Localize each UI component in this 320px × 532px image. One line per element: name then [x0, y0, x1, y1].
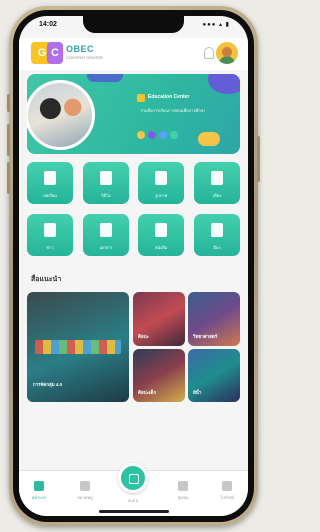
- card-image: [35, 340, 121, 354]
- bottom-nav: หน้าแรก หมวดหมู่ สแกน ชุมชน โปรไฟล์: [19, 463, 248, 516]
- tile-label: หนังสือ: [154, 245, 168, 250]
- signal-battery-icon: ●●● ▴ ▮: [202, 22, 230, 28]
- tile-label: เสียง: [212, 193, 222, 198]
- app-header: G C OBEC CONTENT CENTER: [19, 38, 248, 70]
- nav-profile[interactable]: โปรไฟล์: [213, 481, 241, 501]
- tile-documents[interactable]: เอกสาร: [83, 214, 129, 256]
- banner-logo-icon: [137, 94, 145, 102]
- banner-dots: [137, 126, 181, 144]
- tile-images[interactable]: รูปภาพ: [138, 162, 184, 204]
- brand-name: OBEC: [66, 44, 95, 54]
- app-logo-secondary: C: [47, 42, 63, 64]
- tile-label: วิดีโอ: [101, 193, 111, 198]
- mute-switch: [7, 94, 10, 112]
- banner-decoration: [198, 132, 220, 146]
- tile-more[interactable]: อื่นๆ: [194, 214, 240, 256]
- card-item[interactable]: ศิลปะ: [133, 292, 185, 346]
- promo-banner[interactable]: Education Center รวมสื่อการเรียนการสอนเพ…: [27, 74, 240, 154]
- banner-dot[interactable]: [159, 131, 167, 139]
- brand-subtitle: CONTENT CENTER: [66, 55, 103, 60]
- card-item[interactable]: การจัดกลุ่ม 4.0: [27, 292, 129, 402]
- banner-photo: [27, 80, 95, 150]
- nav-label: หน้าแรก: [31, 495, 47, 500]
- tile-audio[interactable]: เสียง: [194, 162, 240, 204]
- video-icon: [100, 171, 112, 185]
- scan-icon[interactable]: [118, 463, 148, 493]
- bell-icon[interactable]: [204, 47, 214, 59]
- card-item[interactable]: ศิลปะเด็ก: [133, 349, 185, 402]
- document-icon: [100, 223, 112, 237]
- status-time: 14:02: [39, 21, 57, 28]
- tile-ebooks[interactable]: หนังสือ: [138, 214, 184, 256]
- power-button: [257, 136, 260, 182]
- nav-label: โปรไฟล์: [219, 495, 235, 500]
- recommended-cards: การจัดกลุ่ม 4.0 ศิลปะ วิทยาศาสตร์ ศิลปะเ…: [27, 292, 240, 402]
- nav-community[interactable]: ชุมชน: [169, 481, 197, 501]
- profile-icon: [222, 481, 232, 491]
- banner-decoration: [208, 74, 240, 94]
- book-icon: [44, 171, 56, 185]
- card-title: การจัดกลุ่ม 4.0: [33, 382, 63, 387]
- nav-label: ชุมชน: [177, 495, 189, 500]
- tile-video[interactable]: วิดีโอ: [83, 162, 129, 204]
- news-icon: [44, 223, 56, 237]
- tile-label: เอกสาร: [99, 245, 113, 250]
- tile-label: รูปภาพ: [154, 193, 168, 198]
- image-icon: [155, 171, 167, 185]
- section-title: สื่อแนะนำ: [31, 276, 62, 283]
- banner-decoration: [87, 74, 123, 82]
- card-title: ศิลปะเด็ก: [138, 390, 157, 395]
- phone-frame: 14:02 ●●● ▴ ▮ G C OBEC CONTENT CENTER Ed…: [7, 6, 260, 526]
- nav-home[interactable]: หน้าแรก: [25, 481, 53, 501]
- notch: [83, 16, 184, 33]
- ebook-icon: [155, 223, 167, 237]
- banner-dot[interactable]: [137, 131, 145, 139]
- tile-lessons[interactable]: บทเรียน: [27, 162, 73, 204]
- phone-bezel: 14:02 ●●● ▴ ▮ G C OBEC CONTENT CENTER Ed…: [13, 10, 254, 522]
- nav-label: สแกน: [127, 498, 139, 503]
- avatar[interactable]: [216, 42, 238, 64]
- tile-label: บทเรียน: [43, 193, 57, 198]
- category-icon: [80, 481, 90, 491]
- nav-category[interactable]: หมวดหมู่: [71, 481, 99, 501]
- volume-up-button: [7, 124, 10, 156]
- music-icon: [211, 171, 223, 185]
- banner-dot[interactable]: [148, 131, 156, 139]
- home-indicator: [99, 510, 169, 513]
- volume-down-button: [7, 162, 10, 194]
- banner-title: Education Center: [148, 94, 190, 100]
- card-item[interactable]: สีน้ำ: [188, 349, 240, 402]
- phone-screen: 14:02 ●●● ▴ ▮ G C OBEC CONTENT CENTER Ed…: [19, 16, 248, 516]
- card-title: วิทยาศาสตร์: [193, 334, 218, 339]
- card-title: สีน้ำ: [193, 390, 202, 395]
- banner-text: รวมสื่อการเรียนการสอนเพื่อการศึกษา: [140, 108, 206, 113]
- more-icon: [211, 223, 223, 237]
- nav-label: หมวดหมู่: [77, 495, 93, 500]
- home-icon: [34, 481, 44, 491]
- tile-label: ข่าว: [46, 245, 54, 250]
- card-item[interactable]: วิทยาศาสตร์: [188, 292, 240, 346]
- tile-news[interactable]: ข่าว: [27, 214, 73, 256]
- card-title: ศิลปะ: [138, 334, 149, 339]
- tile-label: อื่นๆ: [213, 245, 221, 250]
- community-icon: [178, 481, 188, 491]
- banner-dot[interactable]: [170, 131, 178, 139]
